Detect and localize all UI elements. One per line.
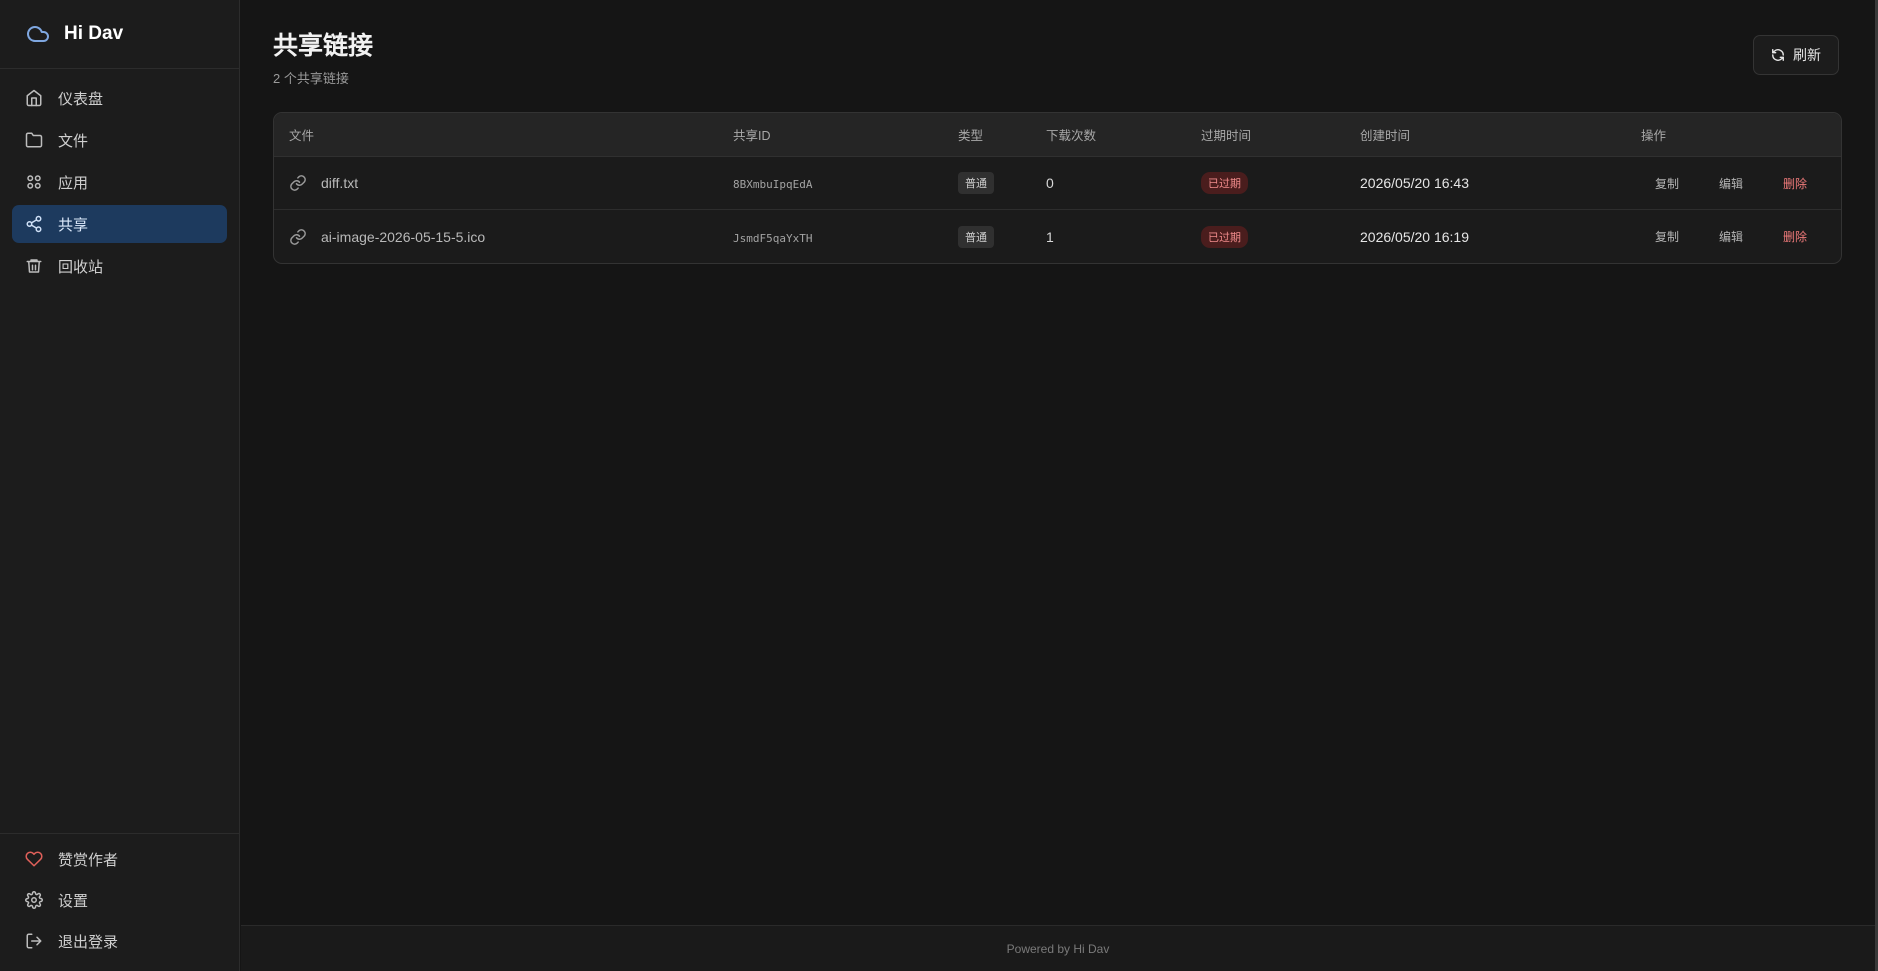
sidebar-item-label: 仪表盘 [58,90,104,108]
sidebar-item-trash[interactable]: 回收站 [12,247,227,285]
type-badge: 普通 [958,225,994,248]
heart-icon [25,851,43,867]
copy-button[interactable]: 复制 [1649,224,1685,249]
grid-icon [27,175,41,189]
file-name[interactable]: diff.txt [321,175,358,191]
main-content: 共享链接 2 个共享链接 刷新 文件 共享ID 类型 下载次数 过期时间 创建时… [241,0,1875,925]
folder-icon [25,132,43,148]
share-icon [26,215,42,233]
col-type: 类型 [958,129,984,143]
page-title: 共享链接 [273,32,374,60]
home-icon [26,89,42,107]
sidebar-item-label: 文件 [58,132,89,150]
sidebar-item-logout[interactable]: 退出登录 [12,922,227,960]
edit-button[interactable]: 编辑 [1713,224,1749,249]
created-time: 2026/05/20 16:43 [1360,175,1469,191]
share-id: JsmdF5qaYxTH [733,231,813,245]
created-time: 2026/05/20 16:19 [1360,228,1469,245]
download-count: 0 [1046,175,1054,191]
col-expiry: 过期时间 [1201,129,1252,143]
sidebar-item-files[interactable]: 文件 [12,121,227,159]
gear-icon [25,891,43,909]
row-actions: 复制 编辑 删除 [1641,171,1841,196]
sidebar: Hi Dav 仪表盘 文件 应用 共享 回收站 赞赏作者 设置 退出登录 [0,0,240,971]
sidebar-item-label: 设置 [58,892,89,910]
col-file: 文件 [289,129,315,143]
col-share-id: 共享ID [733,129,771,143]
table-header: 文件 共享ID 类型 下载次数 过期时间 创建时间 操作 [274,113,1841,157]
footer-text: Powered by Hi Dav [1006,941,1110,956]
delete-button[interactable]: 删除 [1777,171,1813,196]
link-icon [290,175,306,191]
refresh-label: 刷新 [1793,47,1821,63]
link-icon [290,228,306,245]
col-actions: 操作 [1641,129,1667,143]
sidebar-item-label: 共享 [58,216,89,234]
sidebar-item-label: 退出登录 [58,933,119,951]
sidebar-item-label: 赞赏作者 [58,851,119,869]
refresh-button[interactable]: 刷新 [1753,35,1839,75]
download-count: 1 [1046,228,1054,245]
sidebar-item-label: 回收站 [58,258,104,276]
col-created: 创建时间 [1360,129,1411,143]
share-id: 8BXmbuIpqEdA [733,178,813,191]
page-subtitle: 2 个共享链接 [273,71,349,86]
col-downloads: 下载次数 [1046,129,1097,143]
cloud-icon [27,26,49,42]
edit-button[interactable]: 编辑 [1713,171,1749,196]
row-actions: 复制 编辑 删除 [1641,224,1841,249]
app-name: Hi Dav [64,23,124,44]
sidebar-item-sponsor[interactable]: 赞赏作者 [12,840,227,878]
delete-button[interactable]: 删除 [1777,224,1813,249]
sidebar-item-label: 应用 [58,174,89,192]
table-row[interactable]: diff.txt 8BXmbuIpqEdA 普通 0 已过期 2026/05/2… [274,157,1841,210]
trash-icon [26,259,42,273]
sidebar-item-share[interactable]: 共享 [12,205,227,243]
sidebar-nav: 仪表盘 文件 应用 共享 回收站 [0,69,239,285]
sidebar-bottom: 赞赏作者 设置 退出登录 [0,833,239,971]
file-name[interactable]: ai-image-2026-05-15-5.ico [321,229,485,245]
footer: Powered by Hi Dav [241,925,1875,971]
copy-button[interactable]: 复制 [1649,171,1685,196]
sidebar-item-settings[interactable]: 设置 [12,881,227,919]
type-badge: 普通 [958,172,994,194]
shares-table: 文件 共享ID 类型 下载次数 过期时间 创建时间 操作 diff.txt 8B… [273,112,1842,264]
logout-icon [26,933,42,949]
brand[interactable]: Hi Dav [0,0,239,69]
expiry-badge: 已过期 [1201,225,1248,248]
expiry-badge: 已过期 [1201,172,1248,194]
refresh-icon [1772,49,1784,61]
sidebar-item-dashboard[interactable]: 仪表盘 [12,79,227,117]
table-row[interactable]: ai-image-2026-05-15-5.ico JsmdF5qaYxTH 普… [274,210,1841,263]
sidebar-item-apps[interactable]: 应用 [12,163,227,201]
